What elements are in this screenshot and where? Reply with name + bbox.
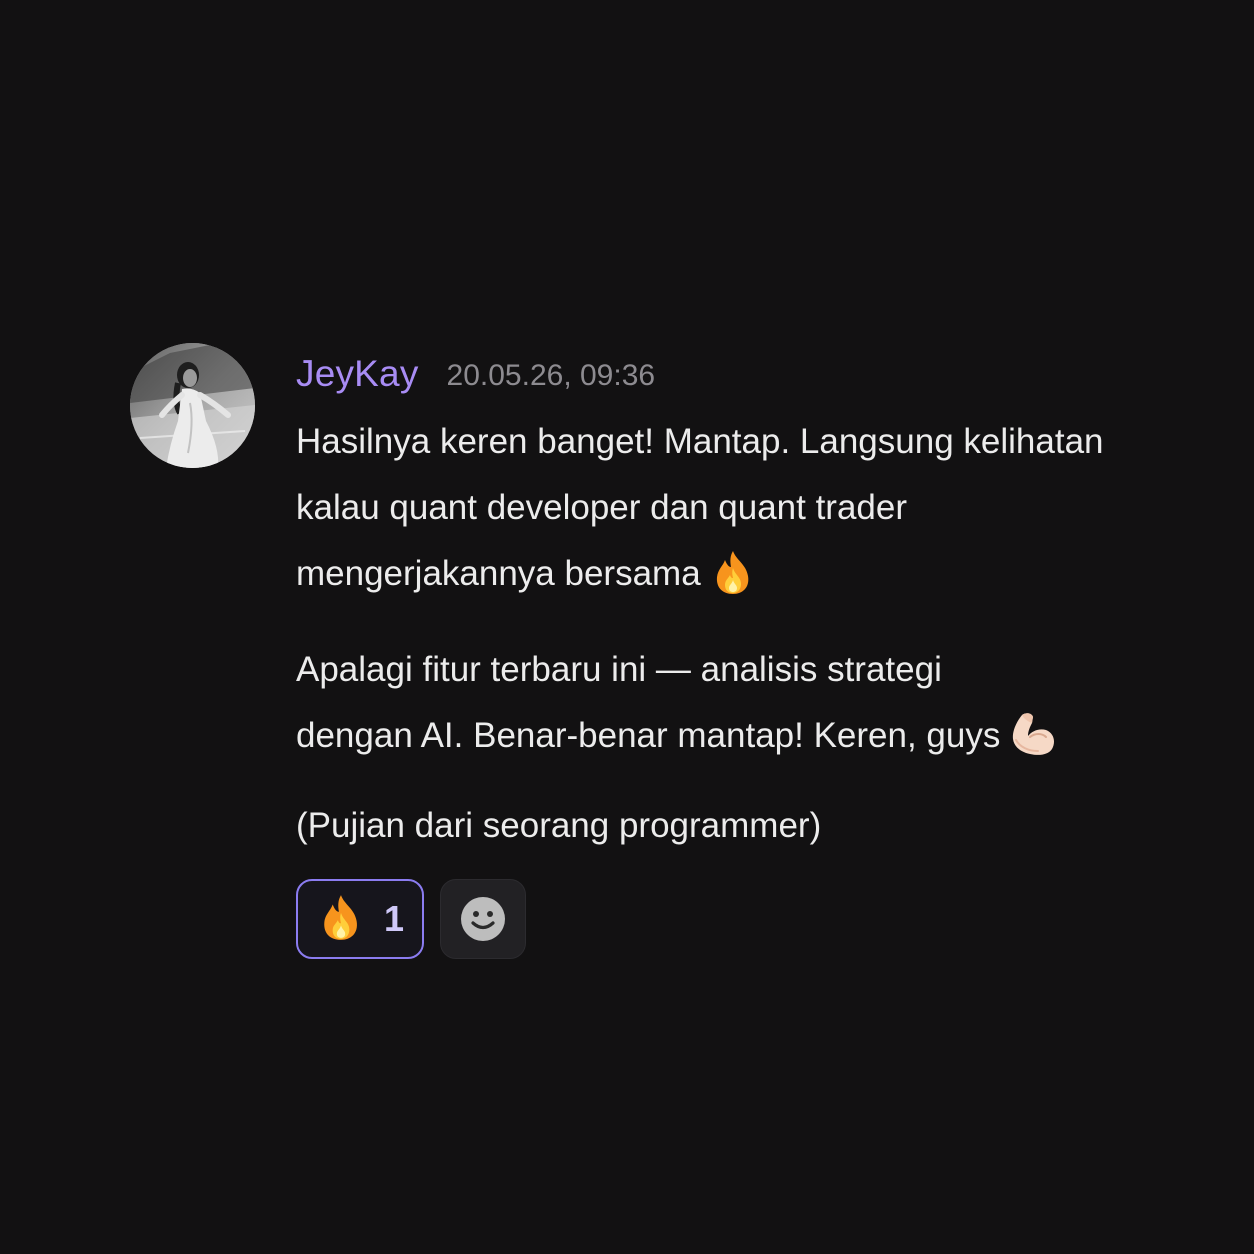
username[interactable]: JeyKay xyxy=(296,353,419,395)
message-line: mengerjakannya bersama xyxy=(296,541,1166,607)
timestamp: 20.05.26, 09:36 xyxy=(446,359,656,392)
message-line-text: mengerjakannya bersama xyxy=(296,554,701,593)
message-line: dengan AI. Benar-benar mantap! Keren, gu… xyxy=(296,703,1166,769)
fire-emoji-icon xyxy=(709,548,757,596)
add-reaction-button[interactable] xyxy=(440,879,526,959)
message-line: Apalagi fitur terbaru ini — analisis str… xyxy=(296,650,942,689)
message-content: JeyKay 20.05.26, 09:36 Hasilnya keren ba… xyxy=(296,343,1166,959)
message-paragraph-1: Hasilnya keren banget! Mantap. Langsung … xyxy=(296,409,1166,607)
reaction-fire[interactable]: 1 xyxy=(296,879,424,959)
message-paragraph-3: (Pujian dari seorang programmer) xyxy=(296,793,1166,859)
user-avatar-photo-icon xyxy=(130,343,255,468)
smiley-icon xyxy=(461,897,505,941)
avatar[interactable] xyxy=(130,343,255,468)
message-line: kalau quant developer dan quant trader xyxy=(296,488,908,527)
message-line: (Pujian dari seorang programmer) xyxy=(296,806,822,845)
message-line-text: dengan AI. Benar-benar mantap! Keren, gu… xyxy=(296,716,1001,755)
fire-emoji-icon xyxy=(316,892,366,947)
message-paragraph-2: Apalagi fitur terbaru ini — analisis str… xyxy=(296,637,1166,769)
flexed-biceps-emoji-icon xyxy=(1008,709,1058,759)
message-header: JeyKay 20.05.26, 09:36 xyxy=(296,343,1166,405)
reactions-bar: 1 xyxy=(296,879,1166,959)
message-line: Hasilnya keren banget! Mantap. Langsung … xyxy=(296,422,1104,461)
reaction-count: 1 xyxy=(383,898,405,939)
